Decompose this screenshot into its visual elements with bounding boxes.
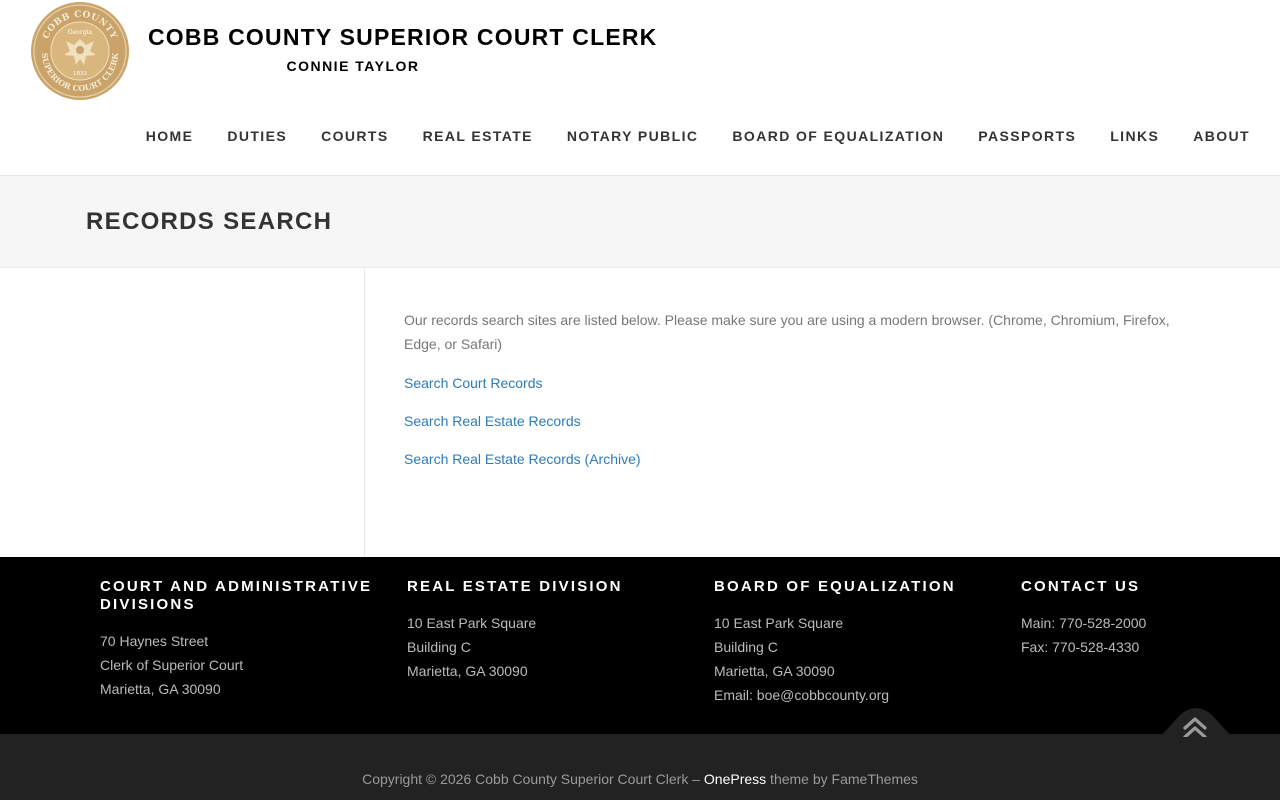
double-chevron-up-icon[interactable] <box>1160 707 1232 737</box>
footer-col-real-estate: REAL ESTATE DIVISION 10 East Park Square… <box>407 578 687 683</box>
nav-real-estate[interactable]: REAL ESTATE <box>423 128 533 144</box>
footer-heading: COURT AND ADMINISTRATIVE DIVISIONS <box>100 578 373 613</box>
link-search-court-records[interactable]: Search Court Records <box>404 371 1184 395</box>
link-search-real-estate-archive[interactable]: Search Real Estate Records (Archive) <box>404 447 1184 471</box>
county-seal-icon[interactable]: COBB COUNTY SUPERIOR COURT CLERK Georgia… <box>30 1 130 101</box>
nav-about[interactable]: ABOUT <box>1193 128 1250 144</box>
footer-bottom-bar: Copyright © 2026 Cobb County Superior Co… <box>0 734 1280 800</box>
footer-phone-main: Main: 770-528-2000 <box>1021 615 1147 631</box>
footer-heading: CONTACT US <box>1021 578 1141 595</box>
nav-duties[interactable]: DUTIES <box>227 128 287 144</box>
nav-courts[interactable]: COURTS <box>321 128 389 144</box>
footer-line: Marietta, GA 30090 <box>407 663 528 679</box>
site-header: COBB COUNTY SUPERIOR COURT CLERK Georgia… <box>0 0 1280 176</box>
nav-passports[interactable]: PASSPORTS <box>978 128 1076 144</box>
page-title: RECORDS SEARCH <box>86 208 333 235</box>
nav-board-of-equalization[interactable]: BOARD OF EQUALIZATION <box>732 128 944 144</box>
intro-text: Our records search sites are listed belo… <box>404 312 1170 352</box>
link-search-real-estate-records[interactable]: Search Real Estate Records <box>404 409 1184 433</box>
copyright: Copyright © 2026 Cobb County Superior Co… <box>0 771 1280 787</box>
main-nav: HOME DUTIES COURTS REAL ESTATE NOTARY PU… <box>146 128 1250 144</box>
footer-email[interactable]: Email: boe@cobbcounty.org <box>714 683 994 707</box>
nav-links[interactable]: LINKS <box>1110 128 1159 144</box>
footer-line: Building C <box>407 639 471 655</box>
footer-line: Marietta, GA 30090 <box>100 681 221 697</box>
seal-year: 1833 <box>73 71 87 77</box>
sidebar <box>0 268 365 557</box>
nav-notary-public[interactable]: NOTARY PUBLIC <box>567 128 699 144</box>
footer-col-contact: CONTACT US Main: 770-528-2000 Fax: 770-5… <box>1021 578 1261 659</box>
copyright-suffix: theme by FameThemes <box>766 771 918 787</box>
main-content: Our records search sites are listed belo… <box>404 308 1184 485</box>
footer-line: 70 Haynes Street <box>100 633 209 649</box>
footer-line: 10 East Park Square <box>407 615 537 631</box>
footer-line: Building C <box>714 639 778 655</box>
site-title[interactable]: COBB COUNTY SUPERIOR COURT CLERK <box>148 24 658 51</box>
footer-line: Clerk of Superior Court <box>100 657 244 673</box>
onepress-link[interactable]: OnePress <box>704 771 766 787</box>
page-title-band: RECORDS SEARCH <box>0 177 1280 268</box>
footer-col-court: COURT AND ADMINISTRATIVE DIVISIONS 70 Ha… <box>100 578 380 701</box>
footer-line: Marietta, GA 30090 <box>714 663 835 679</box>
footer-fax: Fax: 770-528-4330 <box>1021 639 1140 655</box>
site-footer: COURT AND ADMINISTRATIVE DIVISIONS 70 Ha… <box>0 557 1280 734</box>
footer-col-board: BOARD OF EQUALIZATION 10 East Park Squar… <box>714 578 994 707</box>
footer-heading: REAL ESTATE DIVISION <box>407 578 623 595</box>
seal-center-text: Georgia <box>68 29 93 36</box>
nav-home[interactable]: HOME <box>146 128 194 144</box>
copyright-prefix: Copyright © 2026 Cobb County Superior Co… <box>362 771 704 787</box>
footer-heading: BOARD OF EQUALIZATION <box>714 578 956 595</box>
footer-line: 10 East Park Square <box>714 615 844 631</box>
site-subtitle: CONNIE TAYLOR <box>286 58 420 74</box>
